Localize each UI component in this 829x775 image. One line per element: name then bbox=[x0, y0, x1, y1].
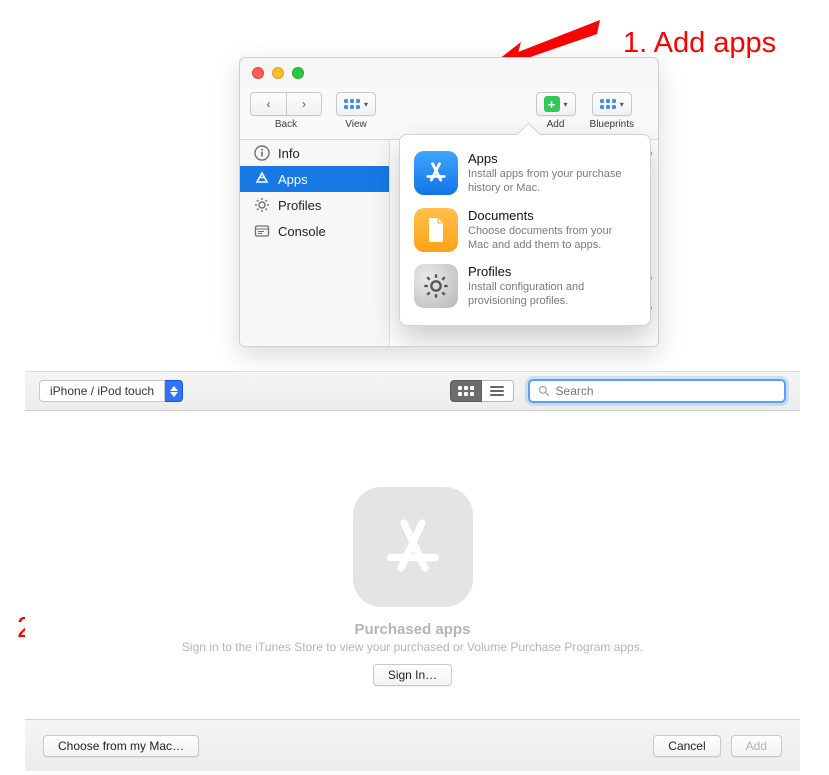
sidebar-item-apps[interactable]: Apps bbox=[240, 166, 389, 192]
grid-icon bbox=[344, 99, 360, 109]
sheet-footer: Choose from my Mac… Cancel Add bbox=[25, 719, 800, 771]
sidebar-item-label: Profiles bbox=[278, 198, 321, 213]
sidebar-item-label: Info bbox=[278, 146, 300, 161]
select-stepper-icon bbox=[165, 380, 183, 402]
sidebar-item-profiles[interactable]: Profiles bbox=[240, 192, 389, 218]
add-button[interactable]: + ▾ bbox=[536, 92, 576, 116]
list-icon bbox=[490, 386, 504, 396]
grid-icon bbox=[600, 99, 616, 109]
search-field[interactable] bbox=[528, 379, 786, 403]
gear-icon bbox=[414, 264, 458, 308]
add-group: + ▾ Add bbox=[536, 92, 576, 130]
blueprints-group: ▾ Blueprints bbox=[590, 92, 634, 130]
close-window-button[interactable] bbox=[252, 67, 264, 79]
cancel-label: Cancel bbox=[668, 739, 705, 753]
appstore-placeholder-icon bbox=[353, 487, 473, 607]
sheet-body: Purchased apps Sign in to the iTunes Sto… bbox=[25, 411, 800, 731]
view-grid-button[interactable] bbox=[450, 380, 482, 402]
annotation-step1-text: 1. Add apps bbox=[623, 27, 776, 60]
signin-button[interactable]: Sign In… bbox=[373, 664, 452, 686]
traffic-lights bbox=[240, 58, 658, 79]
info-icon bbox=[254, 145, 270, 161]
forward-button[interactable]: › bbox=[286, 92, 322, 116]
popover-item-apps[interactable]: Apps Install apps from your purchase his… bbox=[400, 145, 650, 202]
console-icon bbox=[254, 223, 270, 239]
blueprints-button[interactable]: ▾ bbox=[592, 92, 632, 116]
back-group: ‹ › Back bbox=[250, 92, 322, 130]
popover-item-title: Documents bbox=[468, 208, 636, 223]
popover-item-subtitle: Install configuration and provisioning p… bbox=[468, 280, 636, 309]
view-group: ▾ View bbox=[336, 92, 376, 130]
configurator-window: ‹ › Back ▾ View + ▾ Add ▾ Blueprin bbox=[239, 57, 659, 347]
view-list-button[interactable] bbox=[482, 380, 514, 402]
search-input[interactable] bbox=[556, 384, 776, 398]
add-popover: Apps Install apps from your purchase his… bbox=[399, 134, 651, 326]
toolbar: ‹ › Back ▾ View + ▾ Add ▾ Blueprin bbox=[240, 88, 658, 140]
chevron-down-icon: ▾ bbox=[620, 100, 624, 109]
sidebar: Info Apps Profiles Console bbox=[240, 140, 390, 346]
back-button[interactable]: ‹ bbox=[250, 92, 286, 116]
document-icon bbox=[414, 208, 458, 252]
chevron-down-icon: ▾ bbox=[364, 100, 368, 109]
popover-item-title: Profiles bbox=[468, 264, 636, 279]
apps-sheet: iPhone / iPod touch Purchased apps Sign … bbox=[25, 371, 800, 771]
popover-item-subtitle: Choose documents from your Mac and add t… bbox=[468, 224, 636, 253]
popover-item-title: Apps bbox=[468, 151, 636, 166]
add-label: Add bbox=[746, 739, 767, 753]
sidebar-item-label: Apps bbox=[278, 172, 308, 187]
sidebar-item-console[interactable]: Console bbox=[240, 218, 389, 244]
chevron-left-icon: ‹ bbox=[267, 97, 271, 111]
add-button: Add bbox=[731, 735, 782, 757]
view-mode-segment bbox=[450, 380, 514, 402]
sidebar-item-info[interactable]: Info bbox=[240, 140, 389, 166]
popover-item-profiles[interactable]: Profiles Install configuration and provi… bbox=[400, 258, 650, 315]
minimize-window-button[interactable] bbox=[272, 67, 284, 79]
device-select-value: iPhone / iPod touch bbox=[50, 384, 154, 398]
choose-from-mac-button[interactable]: Choose from my Mac… bbox=[43, 735, 199, 757]
cancel-button[interactable]: Cancel bbox=[653, 735, 720, 757]
sidebar-item-label: Console bbox=[278, 224, 326, 239]
signin-label: Sign In… bbox=[388, 668, 437, 682]
grid-icon bbox=[458, 386, 474, 396]
appstore-icon bbox=[414, 151, 458, 195]
view-button[interactable]: ▾ bbox=[336, 92, 376, 116]
chevron-right-icon: › bbox=[302, 97, 306, 111]
popover-item-subtitle: Install apps from your purchase history … bbox=[468, 167, 636, 196]
apps-icon bbox=[254, 171, 270, 187]
view-label: View bbox=[345, 119, 367, 130]
device-select[interactable]: iPhone / iPod touch bbox=[39, 380, 183, 402]
zoom-window-button[interactable] bbox=[292, 67, 304, 79]
popover-item-documents[interactable]: Documents Choose documents from your Mac… bbox=[400, 202, 650, 259]
purchased-title: Purchased apps bbox=[355, 621, 471, 638]
choose-label: Choose from my Mac… bbox=[58, 739, 184, 753]
sheet-toolbar: iPhone / iPod touch bbox=[25, 371, 800, 411]
search-icon bbox=[538, 385, 550, 397]
plus-icon: + bbox=[544, 96, 560, 112]
blueprints-label: Blueprints bbox=[590, 119, 634, 130]
chevron-down-icon: ▾ bbox=[564, 100, 568, 109]
back-label: Back bbox=[275, 119, 297, 130]
gear-icon bbox=[254, 197, 270, 213]
add-label: Add bbox=[547, 119, 565, 130]
purchased-subtitle: Sign in to the iTunes Store to view your… bbox=[182, 640, 643, 654]
